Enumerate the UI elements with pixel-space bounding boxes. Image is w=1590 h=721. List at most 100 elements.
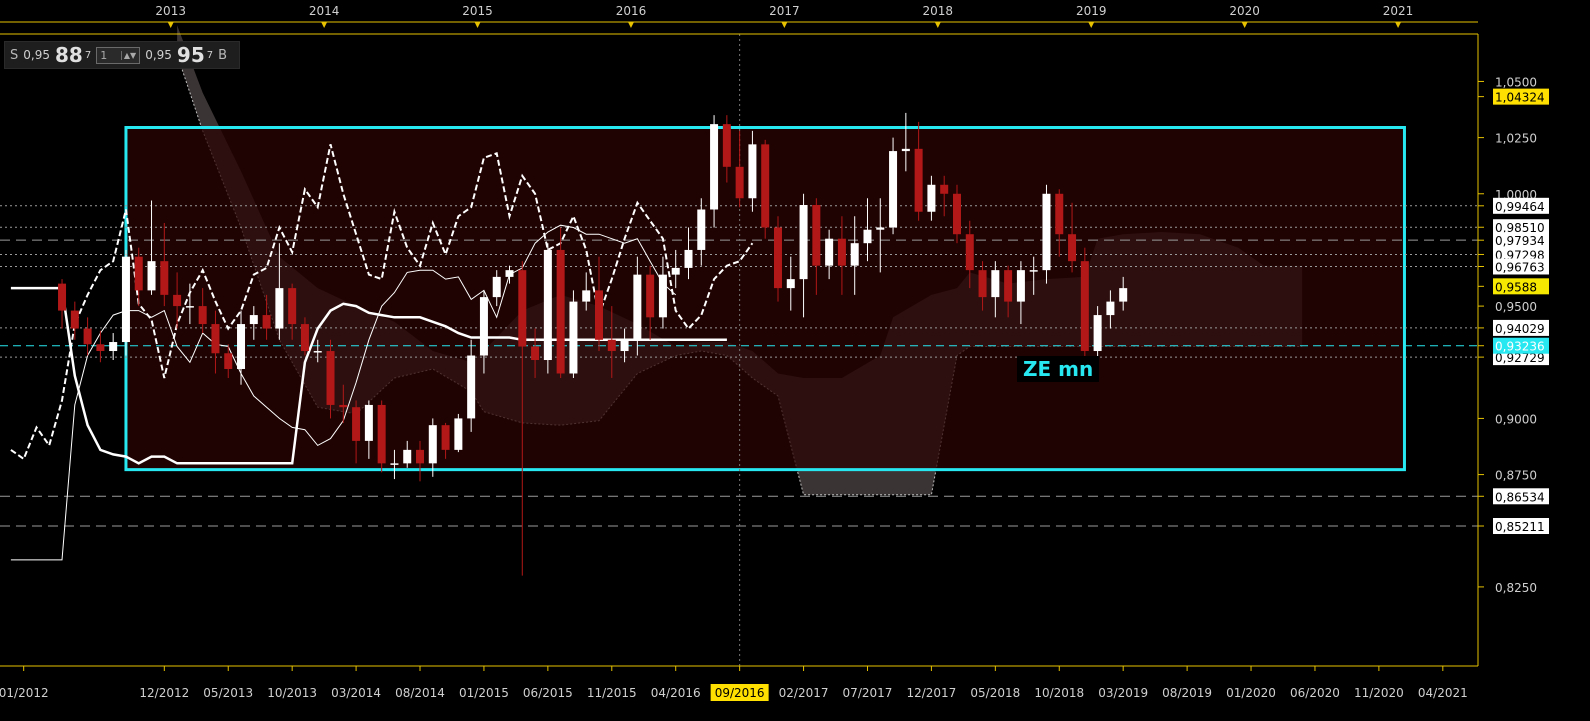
quantity-input[interactable]: 1 ▲▼ bbox=[96, 46, 141, 64]
candle-body bbox=[518, 270, 527, 347]
candle-body bbox=[479, 297, 488, 356]
candle-body bbox=[275, 288, 284, 329]
candle-body bbox=[697, 209, 706, 250]
candle-body bbox=[722, 124, 731, 167]
level-label: 0,86534 bbox=[1495, 490, 1545, 504]
candle-body bbox=[300, 324, 309, 352]
candle-body bbox=[198, 306, 207, 325]
candle-body bbox=[684, 249, 693, 268]
candle-body bbox=[237, 324, 246, 369]
x-tick-label: 10/2013 bbox=[267, 686, 317, 700]
candle-body bbox=[671, 267, 680, 275]
year-label: 2014 bbox=[309, 4, 340, 18]
buy-label[interactable]: B bbox=[218, 48, 227, 63]
year-label: 2018 bbox=[923, 4, 954, 18]
candle-body bbox=[914, 148, 923, 212]
candle-body bbox=[876, 227, 885, 230]
candle-body bbox=[582, 290, 591, 302]
highlight-level-label: 0,9588 bbox=[1495, 280, 1537, 294]
candle-body bbox=[1042, 193, 1051, 271]
level-label: 0,97934 bbox=[1495, 234, 1545, 248]
candle-body bbox=[390, 463, 399, 465]
x-tick-label: 11/2020 bbox=[1354, 686, 1404, 700]
candle-body bbox=[1119, 288, 1128, 302]
level-label: 0,85211 bbox=[1495, 520, 1545, 534]
candle-body bbox=[83, 328, 92, 345]
candle-body bbox=[1016, 270, 1025, 302]
candle-body bbox=[978, 270, 987, 298]
candle-body bbox=[339, 404, 348, 408]
x-tick-label: 06/2015 bbox=[523, 686, 573, 700]
candle-body bbox=[1080, 261, 1089, 352]
candle-body bbox=[173, 294, 182, 307]
x-tick-label: 04/2021 bbox=[1418, 686, 1468, 700]
ichimoku-chart[interactable]: 01/2012 12/2012 05/2013 10/2013 03/2014 08/20… bbox=[0, 0, 1590, 721]
candle-body bbox=[492, 276, 501, 298]
candle-body bbox=[1106, 301, 1115, 316]
year-label: 2021 bbox=[1383, 4, 1414, 18]
x-tick-label: 10/2018 bbox=[1034, 686, 1084, 700]
year-label: 2019 bbox=[1076, 4, 1107, 18]
candle-body bbox=[569, 301, 578, 374]
candle-body bbox=[416, 449, 425, 464]
candle-body bbox=[1068, 234, 1077, 262]
candle-body bbox=[211, 324, 220, 354]
candle-body bbox=[313, 351, 322, 353]
spinner-icon[interactable]: ▲▼ bbox=[120, 50, 136, 60]
buy-price-big[interactable]: 95 bbox=[177, 43, 205, 67]
buy-price-small[interactable]: 0,95 bbox=[145, 48, 172, 62]
candle-body bbox=[134, 256, 143, 291]
candle-body bbox=[556, 249, 565, 374]
sell-label[interactable]: S bbox=[10, 48, 18, 63]
candle-body bbox=[748, 144, 757, 199]
y-tick-label: 1,0500 bbox=[1495, 75, 1537, 89]
candle-body bbox=[812, 205, 821, 266]
x-tick-label: 03/2014 bbox=[331, 686, 381, 700]
x-tick-label: 08/2014 bbox=[395, 686, 445, 700]
year-label: 2013 bbox=[155, 4, 186, 18]
candle-body bbox=[1004, 270, 1013, 302]
candle-body bbox=[428, 425, 437, 464]
candle-body bbox=[837, 238, 846, 266]
candle-body bbox=[1055, 193, 1064, 235]
x-tick-label: 06/2020 bbox=[1290, 686, 1340, 700]
x-tick-label: 08/2019 bbox=[1162, 686, 1212, 700]
candle-body bbox=[927, 184, 936, 212]
candle-body bbox=[786, 279, 795, 289]
candle-body bbox=[185, 306, 194, 308]
x-tick-label: 12/2017 bbox=[906, 686, 956, 700]
y-tick-label: 0,8750 bbox=[1495, 469, 1537, 483]
x-tick-label: 12/2012 bbox=[139, 686, 189, 700]
x-tick-label: 04/2016 bbox=[651, 686, 701, 700]
highlight-level-label: 1,04324 bbox=[1495, 91, 1545, 105]
buy-price-sup: 7 bbox=[206, 49, 214, 61]
x-tick-label: 01/2012 bbox=[0, 686, 49, 700]
y-tick-label: 0,9500 bbox=[1495, 300, 1537, 314]
sell-price-small[interactable]: 0,95 bbox=[23, 48, 50, 62]
y-tick-label: 0,9000 bbox=[1495, 412, 1537, 426]
x-tick-label: 05/2018 bbox=[970, 686, 1020, 700]
level-label: 0,96763 bbox=[1495, 260, 1545, 274]
candle-body bbox=[761, 144, 770, 228]
candle-body bbox=[58, 283, 67, 311]
candle-body bbox=[543, 249, 552, 361]
candle-body bbox=[965, 234, 974, 271]
candle-body bbox=[352, 407, 361, 441]
candle-body bbox=[620, 339, 629, 352]
x-tick-label: 09/2016 bbox=[715, 686, 765, 700]
x-tick-label: 07/2017 bbox=[843, 686, 893, 700]
candle-body bbox=[799, 205, 808, 280]
candle-body bbox=[1093, 315, 1102, 352]
candle-body bbox=[96, 344, 105, 352]
candle-body bbox=[147, 261, 156, 291]
candle-body bbox=[901, 148, 910, 152]
candle-body bbox=[364, 404, 373, 441]
x-tick-label: 05/2013 bbox=[203, 686, 253, 700]
candle-body bbox=[607, 339, 616, 352]
quantity-value: 1 bbox=[100, 48, 108, 62]
candle-body bbox=[633, 274, 642, 340]
highlight-level-label: 0,93236 bbox=[1495, 340, 1545, 354]
candle-body bbox=[658, 274, 667, 318]
x-tick-label: 11/2015 bbox=[587, 686, 637, 700]
sell-price-big[interactable]: 88 bbox=[55, 43, 83, 67]
